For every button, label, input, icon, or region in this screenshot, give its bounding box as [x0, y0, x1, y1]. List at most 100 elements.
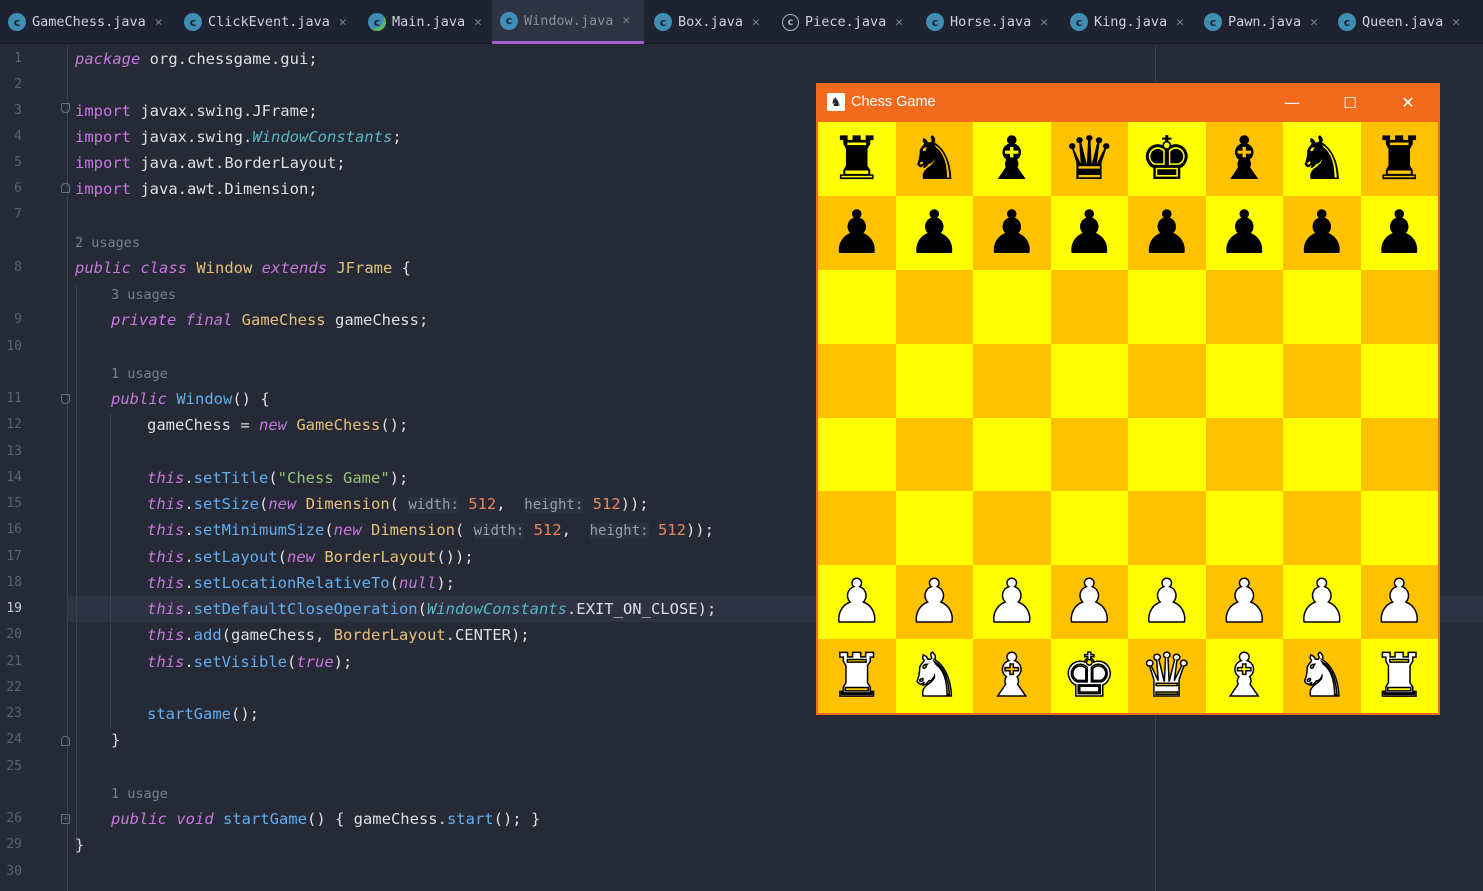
board-square[interactable]	[1128, 343, 1206, 418]
chess-piece-icon[interactable]: ♟	[907, 571, 962, 633]
fold-marker-icon[interactable]	[61, 183, 70, 193]
code-line-15[interactable]: this.setSize(new Dimension( width: 512, …	[147, 491, 649, 517]
code-line-4[interactable]: import javax.swing.WindowConstants;	[75, 124, 402, 150]
chess-piece-icon[interactable]: ♞	[907, 129, 961, 189]
chess-piece-icon[interactable]: ♛	[1139, 645, 1194, 707]
board-square[interactable]: ♝	[973, 122, 1051, 196]
board-square[interactable]: ♟	[1360, 195, 1438, 270]
board-square[interactable]	[1050, 491, 1128, 566]
board-square[interactable]: ♟	[818, 195, 896, 270]
board-square[interactable]: ♟	[895, 195, 973, 270]
code-line-23[interactable]: startGame();	[147, 701, 259, 727]
chess-piece-icon[interactable]: ♜	[829, 645, 884, 707]
board-square[interactable]: ♞	[1283, 122, 1361, 196]
code-line-6[interactable]: import java.awt.Dimension;	[75, 176, 318, 202]
code-line-21[interactable]: this.setVisible(true);	[147, 649, 352, 675]
chess-piece-icon[interactable]: ♟	[1139, 571, 1194, 633]
board-square[interactable]	[1050, 343, 1128, 418]
tab-window[interactable]: c Window.java ✕	[492, 0, 644, 44]
board-square[interactable]	[818, 269, 896, 344]
tab-pawn[interactable]: c Pawn.java ✕	[1196, 0, 1330, 44]
chess-piece-icon[interactable]: ♟	[985, 203, 1039, 263]
chess-piece-icon[interactable]: ♟	[1295, 203, 1349, 263]
board-square[interactable]: ♛	[1050, 122, 1128, 196]
board-square[interactable]: ♚	[1128, 122, 1206, 196]
code-line-8[interactable]: public class Window extends JFrame {	[75, 255, 411, 281]
tab-box[interactable]: c Box.java ✕	[646, 0, 772, 44]
board-square[interactable]	[1205, 343, 1283, 418]
board-square[interactable]	[1128, 491, 1206, 566]
usage-hint[interactable]: 1 usage	[111, 361, 168, 387]
board-square[interactable]	[895, 491, 973, 566]
chess-piece-icon[interactable]: ♟	[1372, 203, 1426, 263]
code-line-14[interactable]: this.setTitle("Chess Game");	[147, 465, 408, 491]
code-line-5[interactable]: import java.awt.BorderLayout;	[75, 150, 346, 176]
chess-piece-icon[interactable]: ♝	[1217, 645, 1272, 707]
chess-piece-icon[interactable]: ♟	[1062, 203, 1116, 263]
chess-piece-icon[interactable]: ♚	[1062, 645, 1117, 707]
board-square[interactable]	[1360, 417, 1438, 492]
board-square[interactable]: ♛	[1128, 639, 1206, 713]
board-square[interactable]: ♟	[1050, 565, 1128, 640]
board-square[interactable]	[1283, 491, 1361, 566]
chess-piece-icon[interactable]: ♟	[907, 203, 961, 263]
board-square[interactable]	[1360, 269, 1438, 344]
maximize-button[interactable]: ☐	[1321, 84, 1379, 121]
board-square[interactable]: ♞	[895, 639, 973, 713]
board-square[interactable]: ♜	[818, 122, 896, 196]
board-square[interactable]	[818, 491, 896, 566]
close-icon[interactable]: ✕	[1040, 15, 1048, 30]
chess-piece-icon[interactable]: ♟	[1217, 203, 1271, 263]
board-square[interactable]: ♟	[1283, 195, 1361, 270]
code-line-9[interactable]: private final GameChess gameChess;	[111, 307, 428, 333]
board-square[interactable]: ♟	[1128, 195, 1206, 270]
chess-piece-icon[interactable]: ♞	[1294, 645, 1349, 707]
minimize-button[interactable]: —	[1263, 84, 1321, 121]
board-square[interactable]	[973, 269, 1051, 344]
board-square[interactable]: ♟	[1128, 565, 1206, 640]
board-square[interactable]	[1283, 417, 1361, 492]
board-square[interactable]	[1128, 417, 1206, 492]
board-square[interactable]	[1283, 269, 1361, 344]
collapsed-region-icon[interactable]: +	[61, 814, 70, 824]
board-square[interactable]: ♟	[1205, 565, 1283, 640]
fold-marker-icon[interactable]	[61, 736, 70, 746]
tab-piece[interactable]: c Piece.java ✕	[774, 0, 916, 44]
chess-piece-icon[interactable]: ♚	[1140, 129, 1194, 189]
close-icon[interactable]: ✕	[895, 15, 903, 30]
code-line-16[interactable]: this.setMinimumSize(new Dimension( width…	[147, 517, 714, 543]
tab-queen[interactable]: c Queen.java ✕	[1330, 0, 1483, 44]
board-square[interactable]: ♟	[973, 565, 1051, 640]
code-line-11[interactable]: public Window() {	[111, 386, 270, 412]
board-square[interactable]	[1205, 269, 1283, 344]
board-square[interactable]: ♟	[1050, 195, 1128, 270]
chess-piece-icon[interactable]: ♝	[985, 129, 1039, 189]
board-square[interactable]	[895, 343, 973, 418]
board-square[interactable]: ♟	[973, 195, 1051, 270]
board-square[interactable]	[818, 417, 896, 492]
fold-marker-icon[interactable]	[61, 103, 70, 113]
code-line-12[interactable]: gameChess = new GameChess();	[147, 412, 408, 438]
board-square[interactable]: ♚	[1050, 639, 1128, 713]
fold-marker-icon[interactable]	[61, 394, 70, 404]
chess-piece-icon[interactable]: ♛	[1062, 129, 1116, 189]
board-square[interactable]	[818, 343, 896, 418]
usage-hint[interactable]: 2 usages	[75, 230, 140, 256]
board-square[interactable]: ♜	[818, 639, 896, 713]
board-square[interactable]	[895, 269, 973, 344]
board-square[interactable]: ♝	[1205, 122, 1283, 196]
board-square[interactable]: ♝	[973, 639, 1051, 713]
code-line-29[interactable]: }	[75, 832, 84, 858]
tab-gamechess[interactable]: c GameChess.java ✕	[0, 0, 174, 44]
close-icon[interactable]: ✕	[1310, 15, 1318, 30]
code-line-1[interactable]: package org.chessgame.gui;	[75, 46, 318, 72]
code-line-19[interactable]: this.setDefaultCloseOperation(WindowCons…	[147, 596, 716, 622]
board-square[interactable]	[973, 343, 1051, 418]
close-icon[interactable]: ✕	[752, 15, 760, 30]
code-line-24[interactable]: }	[111, 727, 120, 753]
chess-piece-icon[interactable]: ♜	[1372, 129, 1426, 189]
close-icon[interactable]: ✕	[1176, 15, 1184, 30]
window-title-bar[interactable]: ♞ Chess Game — ☐ ✕	[817, 84, 1439, 121]
close-icon[interactable]: ✕	[339, 15, 347, 30]
chess-piece-icon[interactable]: ♟	[1140, 203, 1194, 263]
